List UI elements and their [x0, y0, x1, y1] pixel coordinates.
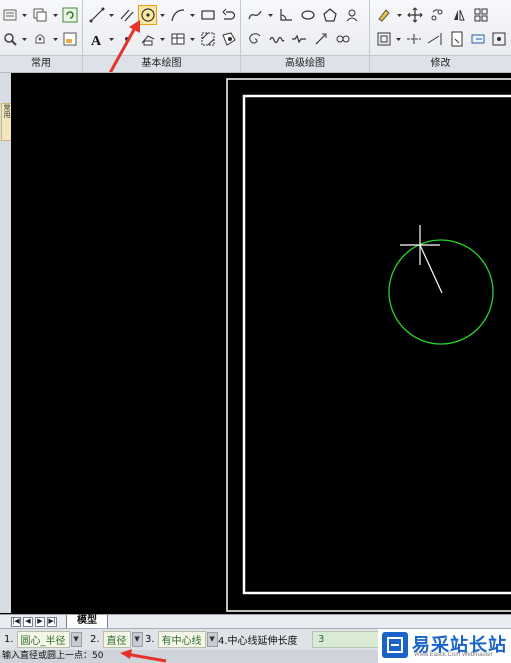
option-value[interactable]: 圆心_半径: [16, 631, 70, 648]
option-number: 2.: [90, 634, 100, 645]
next-tab-icon[interactable]: ▶: [35, 617, 45, 627]
prev-tab-icon[interactable]: ◀: [23, 617, 33, 627]
ellipse-icon[interactable]: [298, 5, 318, 25]
annotation-arrow: [108, 20, 140, 72]
chevron-down-icon[interactable]: [52, 29, 59, 49]
properties-icon[interactable]: [61, 29, 80, 49]
option-value[interactable]: 直径: [102, 631, 131, 648]
chevron-down-icon[interactable]: ▼: [206, 632, 218, 647]
panel-common: 常用: [0, 0, 83, 72]
undo-curve-icon[interactable]: [219, 5, 238, 25]
centerline-extension-input[interactable]: 3: [312, 631, 385, 648]
chevron-down-icon[interactable]: [396, 5, 403, 25]
option-centerline[interactable]: 3. 有中心线 ▼: [145, 631, 218, 648]
chevron-down-icon[interactable]: [159, 29, 166, 49]
table-icon[interactable]: [168, 29, 187, 49]
trim-icon[interactable]: [404, 29, 423, 49]
watermark-logo-icon: [382, 632, 408, 658]
option-number: 1.: [4, 634, 14, 645]
panel-advanced-draw: 高级绘图: [241, 0, 370, 72]
option-value[interactable]: 有中心线: [157, 631, 206, 648]
chevron-down-icon[interactable]: [189, 5, 196, 25]
mirror-icon[interactable]: [449, 5, 469, 25]
open-file-icon[interactable]: [0, 5, 19, 25]
watermark-subtext: Www.Easck.Com Webmaster: [414, 652, 493, 658]
last-tab-icon[interactable]: ▶|: [47, 617, 57, 627]
extend-icon[interactable]: [426, 29, 445, 49]
offset-icon[interactable]: [374, 29, 393, 49]
drawing-canvas[interactable]: [11, 73, 511, 614]
panel-title-advanced-draw: 高级绘图: [241, 55, 369, 72]
drawing-svg: [226, 78, 511, 612]
chevron-down-icon[interactable]: [21, 29, 28, 49]
chevron-down-icon[interactable]: [189, 29, 196, 49]
panel-modify: 修改: [370, 0, 511, 72]
user-shape-icon[interactable]: [342, 5, 362, 25]
chevron-down-icon[interactable]: ▼: [131, 632, 143, 647]
pan-icon[interactable]: [30, 29, 49, 49]
panel-title-modify: 修改: [370, 55, 511, 72]
stretch-icon[interactable]: [468, 29, 487, 49]
array-icon[interactable]: [471, 5, 491, 25]
ribbon-toolbar: 常用 A 基本绘图 高级绘图 修改: [0, 0, 511, 73]
page-edit-icon[interactable]: [447, 29, 466, 49]
chevron-down-icon[interactable]: [159, 5, 166, 25]
rotate-icon[interactable]: [427, 5, 447, 25]
zigzag-icon[interactable]: [289, 29, 309, 49]
arc-icon[interactable]: [168, 5, 187, 25]
chevron-down-icon[interactable]: [52, 5, 59, 25]
annotation-arrow-bottom: [120, 649, 167, 663]
refresh-icon[interactable]: [61, 5, 80, 25]
watermark: 易采站长站 Www.Easck.Com Webmaster: [378, 629, 511, 663]
first-tab-icon[interactable]: |◀: [11, 617, 21, 627]
option-centerline-extension-label: 4.中心线延伸长度: [218, 636, 298, 647]
panel-title-common: 常用: [0, 55, 82, 72]
link-icon[interactable]: [333, 29, 353, 49]
left-side-strip: [0, 73, 11, 613]
rectangle-icon[interactable]: [198, 5, 217, 25]
region-icon[interactable]: [219, 29, 238, 49]
zoom-icon[interactable]: [0, 29, 19, 49]
layout-tab-bar: |◀ ◀ ▶ ▶| 模型: [0, 614, 511, 629]
option-circle-mode[interactable]: 1. 圆心_半径 ▼: [4, 631, 82, 648]
chevron-down-icon[interactable]: [21, 5, 28, 25]
inner-frame: [242, 94, 511, 595]
angle-icon[interactable]: [276, 5, 296, 25]
option-diameter[interactable]: 2. 直径 ▼: [90, 631, 143, 648]
option-number: 3.: [145, 634, 155, 645]
eraser-icon[interactable]: [374, 5, 394, 25]
tab-model[interactable]: 模型: [66, 615, 108, 629]
chevron-down-icon[interactable]: [267, 5, 274, 25]
explode-icon[interactable]: [490, 29, 509, 49]
spiral-icon[interactable]: [245, 29, 265, 49]
hatch-icon[interactable]: [198, 29, 217, 49]
chevron-down-icon[interactable]: ▼: [70, 632, 82, 647]
copy-icon[interactable]: [30, 5, 49, 25]
polygon-icon[interactable]: [320, 5, 340, 25]
move-icon[interactable]: [405, 5, 425, 25]
outer-frame: [226, 78, 511, 612]
spline-icon[interactable]: [245, 5, 265, 25]
chevron-down-icon[interactable]: [395, 29, 402, 49]
wave-icon[interactable]: [267, 29, 287, 49]
radius-rubberband: [419, 244, 443, 294]
arrow-line-icon[interactable]: [311, 29, 331, 49]
